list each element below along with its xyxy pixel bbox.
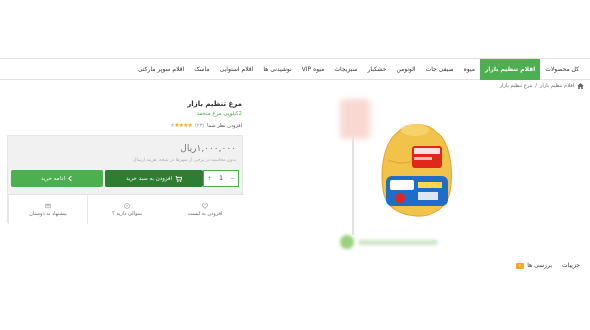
star-filled-icon: ★ — [187, 122, 192, 129]
heart-icon — [202, 202, 208, 209]
question-icon: ? — [124, 202, 130, 209]
add-review-link[interactable]: افزودن نظر شما — [207, 123, 242, 129]
nav-item-mask[interactable]: ماسک — [189, 59, 214, 80]
divider — [352, 135, 354, 235]
tab-reviews[interactable]: بررسی ها ۲ — [516, 262, 552, 269]
shipping-note: بدون محاسبه در برخی از شهرها در نتیجه: ه… — [133, 158, 236, 163]
nav-item-drinks[interactable]: نوشیدنی ها — [258, 59, 296, 80]
product-image-area[interactable] — [330, 95, 470, 255]
tab-details[interactable]: جزییات — [562, 262, 580, 269]
compare-label: افزودن به لیست — [187, 210, 223, 217]
continue-shopping-label: ادامه خرید — [41, 175, 66, 182]
nav-item-vegetables[interactable]: سبزیجات — [329, 59, 362, 80]
header-area — [0, 0, 590, 58]
nav-item-vip-fruit[interactable]: میوه VIP — [297, 59, 330, 80]
breadcrumb: اقلام تنظیم بازار / مرغ تنظیم بازار — [500, 83, 584, 89]
nav-item-fruit[interactable]: میوه — [459, 59, 480, 80]
nav-item-all-products[interactable]: کل محصولات — [540, 59, 584, 80]
nav-item-market-regulation[interactable]: اقلام تنظیم بازار — [479, 58, 541, 80]
cart-icon — [175, 175, 183, 182]
arrow-icon — [68, 176, 72, 181]
nav-item-nuts[interactable]: خشکبار — [363, 59, 392, 80]
question-label: سوالی دارید ؟ — [112, 210, 142, 217]
reviews-count-badge: ۲ — [516, 262, 525, 269]
product-actions: پیشنهاد به دوستان ? سوالی دارید ؟ افزودن… — [8, 194, 244, 224]
product-title: مرغ تنظیم بازار — [187, 100, 242, 108]
share-action[interactable]: پیشنهاد به دوستان — [8, 195, 87, 224]
compare-action[interactable]: افزودن به لیست — [166, 195, 244, 224]
question-action[interactable]: ? سوالی دارید ؟ — [87, 195, 166, 224]
blurred-logo — [340, 232, 445, 252]
breadcrumb-item-category[interactable]: اقلام تنظیم بازار — [540, 83, 574, 89]
nav-item-tropical[interactable]: اقلام استوایی — [215, 59, 259, 80]
nav-item-summer-crops[interactable]: صیفی جات — [421, 59, 459, 80]
home-icon[interactable] — [577, 83, 584, 89]
tab-reviews-label: بررسی ها — [527, 262, 553, 269]
nav-item-supermarket[interactable]: اقلام سوپر مارکتی — [133, 59, 189, 80]
product-tabs: جزییات بررسی ها ۲ — [516, 262, 580, 269]
product-info: مرغ تنظیم بازار 2کیلویی مرغ منجمد افزودن… — [2, 100, 242, 129]
main-nav: کل محصولات اقلام تنظیم بازار میوه صیفی ج… — [0, 58, 590, 80]
product-subtitle: 2کیلویی مرغ منجمد — [196, 111, 242, 117]
breadcrumb-separator: / — [535, 83, 537, 89]
blurred-badge — [340, 99, 370, 139]
product-price: ۱,۰۰۰,۰۰۰ریال — [180, 144, 236, 154]
add-to-cart-button[interactable]: افزودن به سبد خرید — [105, 170, 203, 187]
purchase-panel: ۱,۰۰۰,۰۰۰ریال بدون محاسبه در برخی از شهر… — [7, 135, 244, 224]
tab-details-label: جزییات — [562, 262, 580, 269]
add-to-cart-label: افزودن به سبد خرید — [125, 175, 173, 182]
share-icon — [45, 203, 51, 208]
qty-plus-button[interactable]: + — [207, 175, 212, 182]
rating-stars: ★★★★★ — [170, 122, 193, 129]
rating-row: افزودن نظر شما (۲۳) ★★★★★ — [2, 122, 242, 129]
quantity-stepper[interactable]: + 1 − — [203, 170, 239, 187]
share-label: پیشنهاد به دوستان — [29, 210, 67, 217]
qty-minus-button[interactable]: − — [230, 175, 235, 182]
nav-item-alunomen[interactable]: الونومن — [391, 59, 420, 80]
product-image[interactable] — [378, 120, 456, 218]
svg-text:?: ? — [126, 204, 128, 208]
quantity-value[interactable]: 1 — [219, 175, 223, 182]
continue-shopping-button[interactable]: ادامه خرید — [11, 170, 103, 187]
rating-count: (۲۳) — [194, 122, 205, 129]
breadcrumb-item-current: مرغ تنظیم بازار — [499, 83, 533, 89]
